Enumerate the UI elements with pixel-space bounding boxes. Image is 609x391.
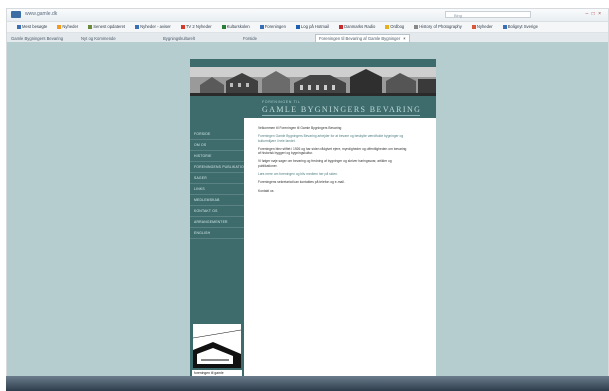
site-title: GAMLE BYGNINGERS BEVARING	[262, 105, 422, 114]
nav-item[interactable]: KONTAKT OS	[190, 206, 244, 217]
tab-label: Bygningskulturelt	[163, 36, 195, 41]
nav-item[interactable]: MEDLEMSKAB	[190, 195, 244, 206]
bookmark-icon	[17, 24, 21, 29]
browser-tab[interactable]: Nyt og Kommende	[77, 34, 120, 42]
bookmark-icon	[414, 24, 419, 29]
body-paragraph: Velkommen til Foreningen til Gamle Bygni…	[258, 126, 342, 130]
bookmark-label: Bolignyt Sverige	[507, 24, 538, 29]
bookmark-icon	[295, 24, 300, 29]
logo-stamp-image	[193, 324, 241, 368]
bookmark-label: Foreningen	[264, 24, 286, 29]
content-area: FORENINGEN TIL GAMLE BYGNINGERS BEVARING…	[244, 96, 436, 389]
bookmark-label: Ordbog	[390, 24, 405, 29]
site-container: FORSIDE OM OS HISTORIE FORENINGENS PUBLIKAT…	[190, 59, 436, 389]
body-paragraph: Foreningens sekretariat kan kontaktes på…	[258, 180, 345, 185]
bookmark-label: Nyheder	[62, 24, 79, 29]
bookmark-icon	[180, 24, 185, 29]
bookmark-icon	[221, 24, 226, 29]
bookmark-item[interactable]: TV 2 Nyheder	[176, 22, 212, 32]
window-controls[interactable]: – □ ×	[586, 11, 603, 17]
nav-item[interactable]: OM OS	[190, 140, 244, 151]
bookmark-icon	[88, 24, 93, 29]
bookmark-label: Danmarks Radio	[344, 24, 376, 29]
bookmark-label: Nyheder	[476, 24, 493, 29]
bookmark-item[interactable]: Nyheder	[467, 22, 493, 32]
body-paragraph: Foreningen Gamle Bygningers Bevaring arb…	[258, 134, 404, 143]
browser-tab[interactable]: Foreningen til Bevaring af Gamle Bygning…	[315, 34, 410, 42]
browser-logo-icon	[11, 11, 21, 18]
nav-item[interactable]: HISTORIE	[190, 151, 244, 162]
nav-item[interactable]: ENGLISH	[190, 228, 244, 239]
tab-label: Forside	[243, 36, 257, 41]
bookmark-label: Senest opdateret	[93, 24, 126, 29]
tab-label: Nyt og Kommende	[81, 36, 116, 41]
new-tab-button[interactable]: +	[399, 34, 409, 42]
facade-drawing-icon	[193, 324, 241, 368]
bookmark-icon	[259, 24, 264, 29]
body-text: Velkommen til Foreningen til Gamle Bygni…	[258, 126, 408, 197]
bookmark-item[interactable]: Mest besøgte	[12, 22, 47, 32]
bookmark-label: Kulturskolen	[226, 24, 250, 29]
bookmark-label: TV 2 Nyheder	[185, 24, 212, 29]
nav-item[interactable]: ARRANGEMENTER	[190, 217, 244, 228]
bookmark-icon	[502, 24, 507, 29]
bookmark-icon	[385, 24, 390, 29]
bookmark-item[interactable]: Nyheder	[52, 22, 78, 32]
nav-item[interactable]: SAGER	[190, 173, 244, 184]
bookmark-item[interactable]: Nyheder - aviser	[130, 22, 171, 32]
nav-item[interactable]: FORENINGENS PUBLIKATIONER	[190, 162, 244, 173]
browser-window: www.gamle.dk Bing – □ × Mest besøgte Nyhe…	[6, 8, 609, 390]
address-bar[interactable]: www.gamle.dk	[25, 11, 57, 17]
bookmark-item[interactable]: Bolignyt Sverige	[498, 22, 538, 32]
bookmark-item[interactable]: Ordbog	[380, 22, 404, 32]
bookmark-icon	[471, 24, 476, 29]
nav-item[interactable]: LINKS	[190, 184, 244, 195]
banner-photo	[190, 67, 436, 96]
tab-label: Gamle Bygningers Bevaring	[11, 36, 64, 41]
main-nav: FORSIDE OM OS HISTORIE FORENINGENS PUBLIKAT…	[190, 129, 244, 239]
bookmark-item[interactable]: Danmarks Radio	[334, 22, 375, 32]
browser-tab[interactable]: Forside	[239, 34, 261, 42]
bookmark-icon	[339, 24, 344, 29]
sidebar: FORSIDE OM OS HISTORIE FORENINGENS PUBLIKAT…	[190, 96, 244, 389]
bookmark-item[interactable]: Senest opdateret	[83, 22, 125, 32]
search-input[interactable]: Bing	[445, 11, 531, 18]
tab-label: Foreningen til Bevaring af Gamle Bygning…	[319, 36, 401, 41]
body-paragraph: Kontakt os	[258, 188, 274, 193]
web-page: FORSIDE OM OS HISTORIE FORENINGENS PUBLIKAT…	[7, 42, 608, 389]
historic-buildings-photo	[190, 67, 436, 96]
browser-tab[interactable]: Bygningskulturelt	[159, 34, 199, 42]
bookmark-item[interactable]: Kulturskolen	[217, 22, 250, 32]
bookmark-icon	[135, 24, 140, 29]
body-paragraph: Foreningen blev stiftet i 1926 og har si…	[258, 146, 407, 156]
taskbar	[6, 376, 609, 391]
bookmarks-bar: Mest besøgte Nyheder Senest opdateret Nyhed…	[7, 22, 608, 33]
bookmark-label: Mest besøgte	[22, 24, 48, 29]
bookmark-item[interactable]: Log på Hotmail	[291, 22, 329, 32]
bookmark-icon	[57, 24, 62, 29]
header-rule	[262, 115, 420, 116]
body-paragraph: Vi følger nøje sager om bevaring og fred…	[258, 159, 392, 168]
bookmark-label: History of Photography	[419, 24, 462, 29]
bookmark-item[interactable]: Foreningen	[255, 22, 286, 32]
browser-title-bar: www.gamle.dk Bing – □ ×	[7, 9, 608, 22]
site-subtitle: FORENINGEN TIL	[262, 100, 301, 104]
site-top-bar	[190, 59, 436, 67]
bookmark-item[interactable]: History of Photography	[409, 22, 462, 32]
bookmark-label: Nyheder - aviser	[140, 24, 171, 29]
browser-tab[interactable]: Gamle Bygningers Bevaring	[7, 34, 67, 42]
bookmark-label: Log på Hotmail	[300, 24, 330, 29]
site-header: FORENINGEN TIL GAMLE BYGNINGERS BEVARING	[244, 96, 436, 118]
nav-item[interactable]: FORSIDE	[190, 129, 244, 140]
body-paragraph: Læs mere om foreningen og bliv medlem he…	[258, 172, 338, 177]
